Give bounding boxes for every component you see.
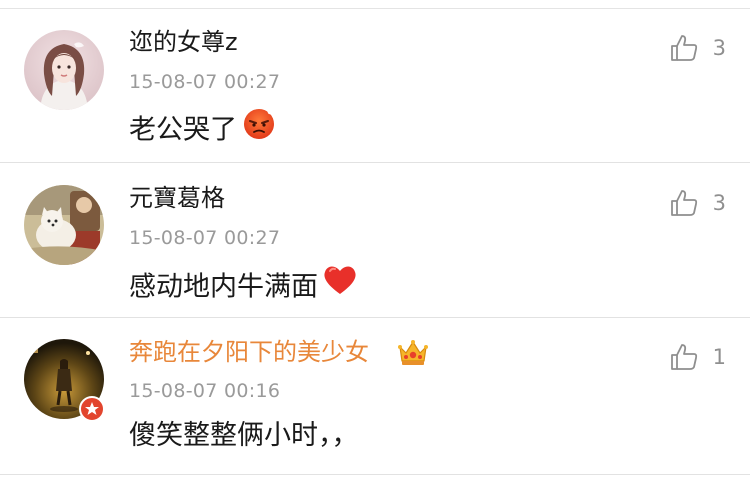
like-count: 3: [712, 36, 726, 60]
like-button[interactable]: 3: [669, 186, 726, 220]
comment-item: 元寶葛格 15-08-07 00:27 感动地内牛满面 3: [0, 163, 750, 318]
timestamp: 15-08-07 00:27: [129, 227, 281, 249]
red-heart-emoji: [322, 263, 358, 307]
comment-text-body: 感动地内牛满面: [129, 271, 318, 303]
username[interactable]: 迩的女尊z: [129, 27, 238, 57]
like-count: 1: [712, 345, 726, 369]
avatar[interactable]: [24, 30, 104, 110]
comment-list: 迩的女尊z 15-08-07 00:27 老公哭了 3 元寶葛格 15-08-0…: [0, 10, 750, 475]
comment-text: 老公哭了: [129, 108, 277, 154]
thumbs-up-icon: [670, 35, 697, 61]
thumbs-up-icon: [670, 344, 697, 370]
like-button[interactable]: 3: [669, 31, 726, 65]
comment-text-body: 老公哭了: [129, 114, 237, 146]
comment-text: 傻笑整整俩小时，，: [129, 420, 359, 451]
thumbs-up-icon: [670, 190, 697, 216]
avatar-image: [24, 185, 104, 265]
timestamp: 15-08-07 00:27: [129, 71, 281, 93]
angry-face-emoji: [241, 105, 277, 151]
avatar-image: [24, 30, 104, 110]
comment-text: 感动地内牛满面: [129, 266, 358, 310]
verified-badge-icon: [78, 395, 106, 427]
comment-item: 迩的女尊z 15-08-07 00:27 老公哭了 3: [0, 10, 750, 163]
timestamp: 15-08-07 00:16: [129, 380, 281, 402]
like-count: 3: [712, 191, 726, 215]
username[interactable]: 元寶葛格: [129, 183, 225, 213]
top-divider: [0, 0, 750, 9]
comment-item: 奔跑在夕阳下的美少女 15-08-07 00:16 傻笑整整俩小时，， 1: [0, 318, 750, 475]
username[interactable]: 奔跑在夕阳下的美少女: [129, 337, 369, 367]
vip-crown-icon[interactable]: [397, 337, 429, 371]
like-button[interactable]: 1: [669, 340, 726, 374]
avatar[interactable]: [24, 185, 104, 265]
